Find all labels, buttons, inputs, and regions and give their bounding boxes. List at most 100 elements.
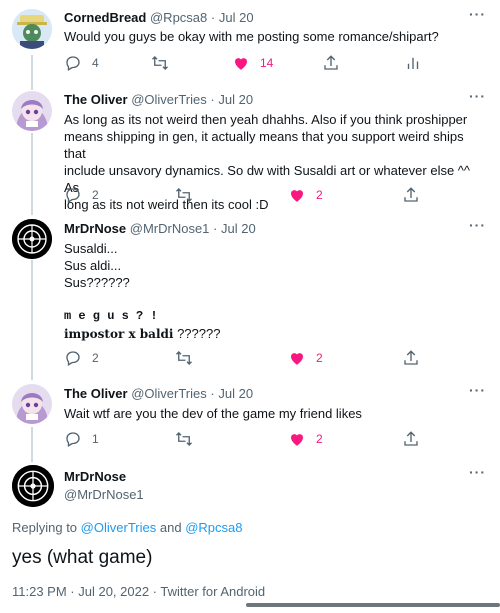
tweet-text: Susaldi... Sus aldi... Sus?????? m e g u… [64, 240, 484, 343]
more-icon[interactable]: ··· [469, 88, 486, 104]
tweet-header: MrDrNose @MrDrNose1 · Jul 20 [64, 221, 256, 237]
avatar[interactable] [12, 219, 52, 259]
tweet-text: Would you guys be okay with me posting s… [64, 28, 484, 45]
like-button[interactable]: 14 [232, 54, 273, 72]
user-handle[interactable]: @MrDrNose1 [64, 486, 144, 504]
retweet-icon [152, 56, 168, 70]
replying-to-label: Replying to [12, 520, 78, 535]
avatar[interactable] [12, 465, 54, 507]
styled-text-line: impostor x baldi ?????? [64, 325, 484, 343]
display-name[interactable]: MrDrNose [64, 468, 144, 486]
timestamp[interactable]: Jul 20 [221, 221, 256, 236]
tweet-text-line: Sus aldi... [64, 258, 122, 273]
like-button[interactable]: 2 [288, 430, 323, 448]
tweet-actions: 2 2 [64, 186, 484, 206]
user-handle[interactable]: @OliverTries [131, 386, 207, 401]
more-icon[interactable]: ··· [469, 217, 486, 233]
replying-to-and: and [159, 520, 182, 535]
share-icon [404, 187, 418, 202]
tweet-2[interactable]: The Oliver @OliverTries · Jul 20 ··· As … [0, 88, 500, 215]
reply-count: 2 [92, 351, 99, 365]
share-button[interactable] [402, 430, 420, 448]
timestamp[interactable]: Jul 20 [218, 92, 253, 107]
main-tweet: MrDrNose @MrDrNose1 ··· Replying to @Oli… [0, 462, 500, 613]
tweet-text: Wait wtf are you the dev of the game my … [64, 405, 484, 422]
analytics-icon [407, 57, 419, 69]
reply-count: 4 [92, 56, 99, 70]
timestamp[interactable]: Jul 20 [218, 386, 253, 401]
share-button[interactable] [322, 54, 340, 72]
mention-link[interactable]: @Rpcsa8 [185, 520, 242, 535]
like-count: 14 [260, 56, 274, 70]
avatar[interactable] [12, 9, 52, 49]
analytics-button[interactable] [404, 54, 422, 72]
scroll-indicator[interactable] [246, 603, 500, 607]
retweet-button[interactable] [174, 186, 194, 204]
like-button[interactable]: 2 [288, 186, 323, 204]
reply-button[interactable]: 1 [64, 430, 99, 448]
tweet-actions: 2 2 [64, 349, 484, 369]
tweet-1[interactable]: CornedBread @Rpcsa8 · Jul 20 ··· Would y… [0, 0, 500, 90]
like-count: 2 [316, 351, 323, 365]
retweet-icon [176, 188, 192, 202]
avatar[interactable] [12, 384, 52, 424]
share-button[interactable] [402, 349, 420, 367]
separator-dot: · [210, 92, 215, 107]
tweet-text-line: means shipping in gen, it actually means… [64, 129, 464, 161]
share-icon [404, 431, 418, 446]
more-icon[interactable]: ··· [469, 382, 486, 398]
more-icon[interactable]: ··· [469, 464, 486, 480]
retweet-button[interactable] [174, 349, 194, 367]
display-name[interactable]: The Oliver [64, 386, 128, 401]
user-handle[interactable]: @Rpcsa8 [150, 10, 207, 25]
retweet-button[interactable] [150, 54, 170, 72]
reply-button[interactable]: 2 [64, 349, 99, 367]
retweet-button[interactable] [174, 430, 194, 448]
share-icon [324, 55, 338, 70]
share-icon [404, 350, 418, 365]
reply-button[interactable]: 2 [64, 186, 99, 204]
display-name[interactable]: CornedBread [64, 10, 146, 25]
styled-text-line: m e g u s ? ! [64, 309, 158, 323]
timestamp[interactable]: Jul 20 [219, 10, 254, 25]
avatar[interactable] [12, 91, 52, 131]
like-icon [291, 190, 303, 202]
user-handle[interactable]: @MrDrNose1 [130, 221, 210, 236]
like-button[interactable]: 2 [288, 349, 323, 367]
main-tweet-author: MrDrNose @MrDrNose1 [64, 468, 144, 504]
reply-count: 1 [92, 432, 99, 446]
like-count: 2 [316, 188, 323, 202]
tweet-header: CornedBread @Rpcsa8 · Jul 20 [64, 10, 254, 26]
tweet-text-line: Sus?????? [64, 275, 130, 290]
display-name[interactable]: MrDrNose [64, 221, 126, 236]
separator-dot: · [213, 221, 218, 236]
tweet-header: The Oliver @OliverTries · Jul 20 [64, 92, 253, 108]
separator-dot: · [210, 386, 215, 401]
tweet-actions: 1 2 [64, 430, 484, 450]
user-handle[interactable]: @OliverTries [131, 92, 207, 107]
mention-link[interactable]: @OliverTries [81, 520, 157, 535]
separator-dot: · [210, 10, 216, 25]
tweet-metadata[interactable]: 11:23 PM · Jul 20, 2022 · Twitter for An… [12, 584, 265, 599]
reply-icon [66, 351, 80, 366]
tweet-text-line: Susaldi... [64, 241, 118, 256]
tweet-header: The Oliver @OliverTries · Jul 20 [64, 386, 253, 402]
retweet-icon [176, 351, 192, 365]
tweet-text-line: As long as its not weird then yeah dhahh… [64, 112, 468, 127]
tweet-actions: 4 14 [64, 54, 484, 74]
replying-to: Replying to @OliverTries and @Rpcsa8 [12, 520, 242, 535]
more-icon[interactable]: ··· [469, 6, 486, 22]
like-count: 2 [316, 432, 323, 446]
styled-bold-text: impostor x baldi [64, 327, 174, 341]
main-tweet-text: yes (what game) [12, 547, 153, 568]
reply-icon [66, 188, 80, 203]
tweet-4[interactable]: The Oliver @OliverTries · Jul 20 ··· Wai… [0, 380, 500, 462]
tweet-3[interactable]: MrDrNose @MrDrNose1 · Jul 20 ··· Susaldi… [0, 215, 500, 380]
display-name[interactable]: The Oliver [64, 92, 128, 107]
reply-count: 2 [92, 188, 99, 202]
like-icon [291, 353, 303, 365]
share-button[interactable] [402, 186, 420, 204]
reply-button[interactable]: 4 [64, 54, 99, 72]
reply-icon [66, 56, 80, 71]
tweet-text-line: Would you guys be okay with me posting s… [64, 29, 439, 44]
